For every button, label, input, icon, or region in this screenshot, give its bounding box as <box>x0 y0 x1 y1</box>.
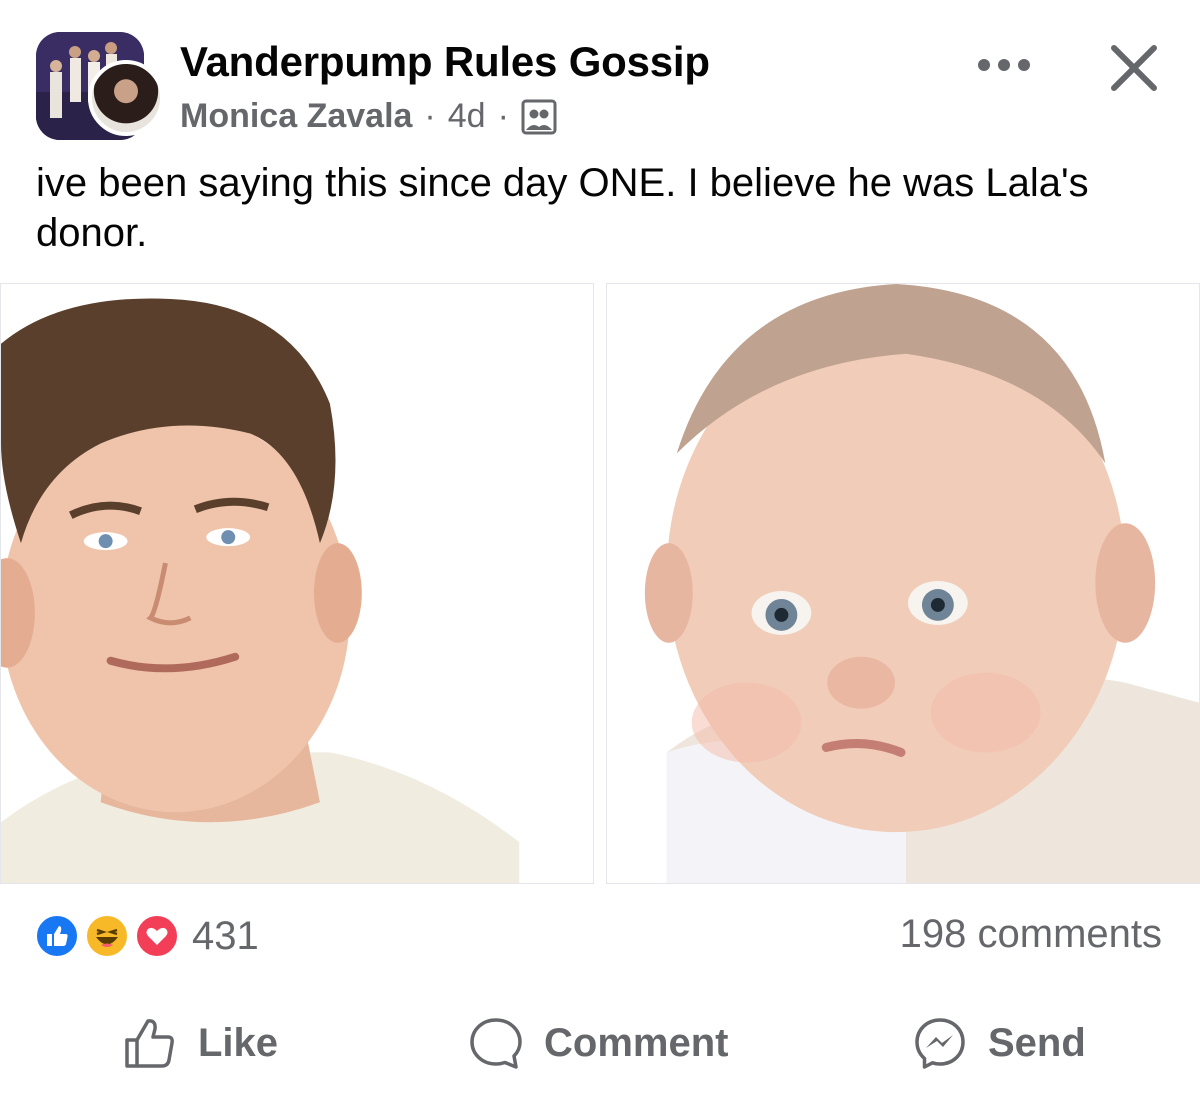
like-label: Like <box>198 1020 279 1065</box>
reactions-summary[interactable]: 431 <box>34 908 259 964</box>
close-icon <box>1111 45 1157 91</box>
meta-separator-2: · <box>497 97 509 135</box>
reaction-icons <box>34 911 184 961</box>
man-photo <box>1 284 593 883</box>
comment-label: Comment <box>544 1020 729 1065</box>
group-members-icon <box>521 99 557 135</box>
action-bar: Like Comment Send <box>0 1000 1200 1086</box>
close-button[interactable] <box>1104 38 1164 98</box>
author-name[interactable]: Monica Zavala <box>180 97 412 136</box>
send-label: Send <box>988 1020 1086 1065</box>
more-options-button[interactable] <box>972 42 1036 88</box>
more-icon <box>978 59 1030 71</box>
like-reaction-icon <box>34 913 80 959</box>
love-reaction-icon <box>134 913 180 959</box>
like-button[interactable]: Like <box>122 1000 278 1086</box>
post-image-left[interactable] <box>0 283 594 884</box>
haha-reaction-icon <box>84 913 130 959</box>
reaction-count: 431 <box>192 913 259 958</box>
post-image-right[interactable] <box>606 283 1200 884</box>
post-text: ive been saying this since day ONE. I be… <box>36 161 1089 255</box>
post-header: Vanderpump Rules Gossip Monica Zavala · … <box>0 0 1200 150</box>
author-avatar[interactable] <box>88 60 164 136</box>
comments-count[interactable]: 198 comments <box>900 912 1162 957</box>
send-button[interactable]: Send <box>912 1000 1086 1086</box>
comment-button[interactable]: Comment <box>468 1000 728 1086</box>
group-name[interactable]: Vanderpump Rules Gossip <box>180 38 710 86</box>
comment-icon <box>470 1018 522 1069</box>
post-time[interactable]: 4d <box>448 97 486 136</box>
thumbs-up-icon <box>125 1019 174 1068</box>
meta-separator: · <box>424 97 436 135</box>
post-meta: Monica Zavala · 4d · <box>180 97 557 136</box>
messenger-icon <box>915 1018 965 1069</box>
baby-photo <box>607 284 1199 883</box>
